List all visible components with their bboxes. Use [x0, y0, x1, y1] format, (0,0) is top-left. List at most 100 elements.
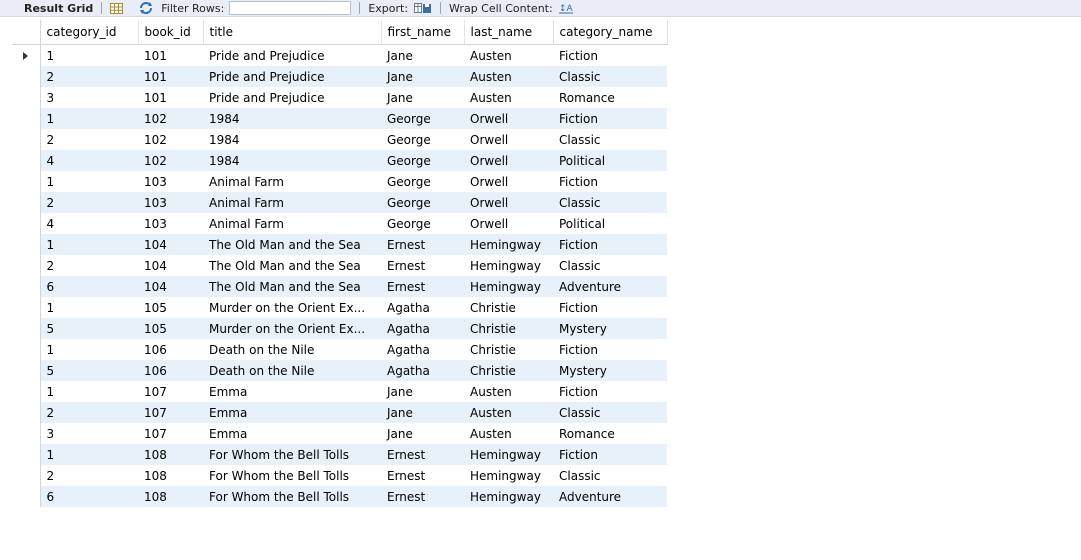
table-cell-category-name[interactable]: Classic [553, 192, 667, 213]
table-cell-first-name[interactable]: Agatha [381, 297, 464, 318]
table-cell-title[interactable]: Emma [203, 423, 381, 444]
row-selector[interactable] [12, 318, 41, 339]
table-cell-title[interactable]: The Old Man and the Sea [203, 234, 381, 255]
table-cell-first-name[interactable]: George [381, 108, 464, 129]
table-cell-first-name[interactable]: Agatha [381, 360, 464, 381]
table-cell-category-id[interactable]: 1 [40, 108, 138, 129]
table-cell-first-name[interactable]: Jane [381, 66, 464, 87]
table-cell-category-name[interactable]: Classic [553, 402, 667, 423]
table-row[interactable]: 2 104 The Old Man and the Sea Ernest Hemingw… [12, 255, 667, 276]
table-cell-category-name[interactable]: Classic [553, 129, 667, 150]
table-cell-last-name[interactable]: Hemingway [464, 234, 553, 255]
table-row[interactable]: 2 107 Emma Jane Austen Classic [12, 402, 667, 423]
wrap-icon[interactable]: ↕A [558, 0, 573, 17]
export-icon[interactable] [414, 0, 432, 17]
table-cell-first-name[interactable]: Agatha [381, 339, 464, 360]
table-cell-book-id[interactable]: 103 [138, 213, 203, 234]
table-row[interactable]: 1 102 1984 George Orwell Fiction [12, 108, 667, 129]
table-cell-first-name[interactable]: Jane [381, 87, 464, 108]
row-selector[interactable] [12, 465, 41, 486]
table-cell-title[interactable]: Murder on the Orient Ex... [203, 318, 381, 339]
table-cell-last-name[interactable]: Orwell [464, 213, 553, 234]
refresh-icon[interactable] [139, 0, 153, 17]
table-cell-title[interactable]: Animal Farm [203, 192, 381, 213]
table-cell-book-id[interactable]: 101 [138, 45, 203, 67]
table-cell-title[interactable]: Emma [203, 402, 381, 423]
table-row[interactable]: 2 102 1984 George Orwell Classic [12, 129, 667, 150]
table-cell-last-name[interactable]: Hemingway [464, 444, 553, 465]
table-cell-first-name[interactable]: Jane [381, 423, 464, 444]
table-cell-book-id[interactable]: 104 [138, 255, 203, 276]
table-cell-book-id[interactable]: 105 [138, 318, 203, 339]
row-selector[interactable] [12, 486, 41, 507]
table-cell-book-id[interactable]: 107 [138, 402, 203, 423]
table-cell-last-name[interactable]: Christie [464, 297, 553, 318]
table-cell-category-id[interactable]: 2 [40, 192, 138, 213]
table-cell-first-name[interactable]: Jane [381, 45, 464, 67]
table-cell-title[interactable]: 1984 [203, 108, 381, 129]
table-cell-first-name[interactable]: Ernest [381, 444, 464, 465]
row-selector[interactable] [12, 108, 41, 129]
row-selector[interactable] [12, 171, 41, 192]
row-selector[interactable] [12, 87, 41, 108]
table-cell-book-id[interactable]: 106 [138, 339, 203, 360]
table-cell-category-id[interactable]: 1 [40, 444, 138, 465]
row-selector[interactable] [12, 402, 41, 423]
table-cell-title[interactable]: For Whom the Bell Tolls [203, 486, 381, 507]
table-cell-category-id[interactable]: 1 [40, 339, 138, 360]
table-cell-category-name[interactable]: Fiction [553, 297, 667, 318]
table-cell-title[interactable]: For Whom the Bell Tolls [203, 444, 381, 465]
grid-icon[interactable] [110, 0, 124, 17]
table-cell-category-name[interactable]: Fiction [553, 339, 667, 360]
table-cell-first-name[interactable]: Ernest [381, 486, 464, 507]
row-selector[interactable] [12, 213, 41, 234]
table-cell-last-name[interactable]: Austen [464, 66, 553, 87]
table-cell-first-name[interactable]: Ernest [381, 234, 464, 255]
table-cell-last-name[interactable]: Austen [464, 45, 553, 67]
table-cell-first-name[interactable]: Ernest [381, 255, 464, 276]
table-cell-category-id[interactable]: 2 [40, 66, 138, 87]
table-cell-last-name[interactable]: Orwell [464, 150, 553, 171]
table-cell-title[interactable]: 1984 [203, 129, 381, 150]
table-cell-category-name[interactable]: Fiction [553, 45, 667, 67]
table-cell-category-id[interactable]: 4 [40, 150, 138, 171]
table-cell-first-name[interactable]: Ernest [381, 276, 464, 297]
table-cell-category-id[interactable]: 2 [40, 465, 138, 486]
table-cell-category-name[interactable]: Classic [553, 66, 667, 87]
table-cell-category-id[interactable]: 4 [40, 213, 138, 234]
table-cell-last-name[interactable]: Orwell [464, 129, 553, 150]
table-cell-book-id[interactable]: 101 [138, 66, 203, 87]
table-cell-first-name[interactable]: George [381, 129, 464, 150]
table-row[interactable]: 3 107 Emma Jane Austen Romance [12, 423, 667, 444]
row-selector[interactable] [12, 66, 41, 87]
table-cell-last-name[interactable]: Hemingway [464, 486, 553, 507]
table-cell-last-name[interactable]: Orwell [464, 108, 553, 129]
table-row[interactable]: 1 107 Emma Jane Austen Fiction [12, 381, 667, 402]
table-cell-book-id[interactable]: 107 [138, 423, 203, 444]
table-cell-category-id[interactable]: 5 [40, 318, 138, 339]
table-cell-first-name[interactable]: George [381, 150, 464, 171]
table-cell-category-id[interactable]: 3 [40, 423, 138, 444]
row-selector[interactable] [12, 44, 41, 66]
table-cell-first-name[interactable]: George [381, 213, 464, 234]
table-cell-book-id[interactable]: 101 [138, 87, 203, 108]
table-cell-category-id[interactable]: 1 [40, 45, 138, 67]
table-cell-category-name[interactable]: Mystery [553, 318, 667, 339]
table-cell-first-name[interactable]: Jane [381, 402, 464, 423]
row-selector[interactable] [12, 234, 41, 255]
table-cell-last-name[interactable]: Austen [464, 423, 553, 444]
row-selector[interactable] [12, 339, 41, 360]
row-selector[interactable] [12, 192, 41, 213]
table-cell-book-id[interactable]: 108 [138, 486, 203, 507]
column-header[interactable]: first_name [381, 20, 465, 45]
table-cell-title[interactable]: 1984 [203, 150, 381, 171]
table-cell-book-id[interactable]: 104 [138, 234, 203, 255]
column-header[interactable]: book_id [138, 20, 204, 45]
table-cell-book-id[interactable]: 108 [138, 465, 203, 486]
table-cell-category-id[interactable]: 1 [40, 234, 138, 255]
table-cell-category-id[interactable]: 6 [40, 486, 138, 507]
table-cell-category-id[interactable]: 6 [40, 276, 138, 297]
table-cell-category-id[interactable]: 1 [40, 297, 138, 318]
table-cell-last-name[interactable]: Hemingway [464, 465, 553, 486]
table-cell-category-id[interactable]: 1 [40, 171, 138, 192]
